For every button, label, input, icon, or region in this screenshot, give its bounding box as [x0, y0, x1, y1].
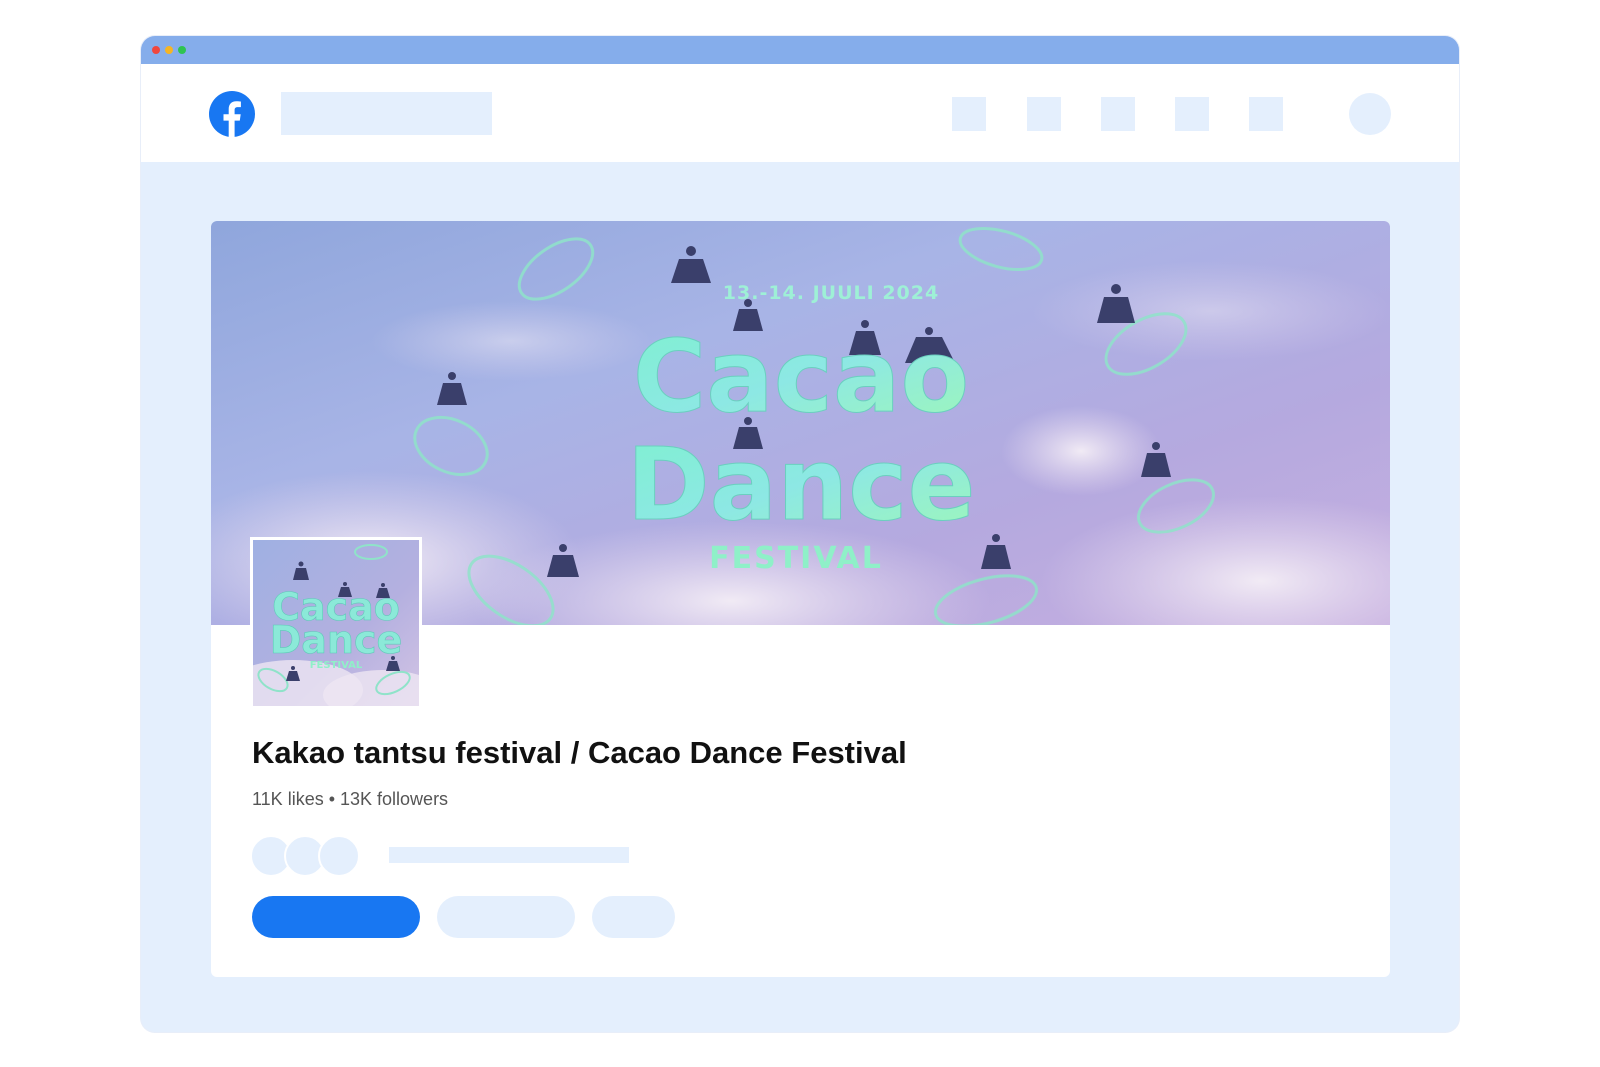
profile-title-line2: Dance [270, 618, 403, 662]
message-button[interactable] [437, 896, 575, 938]
minimize-window-button[interactable] [165, 46, 173, 54]
search-bar-placeholder[interactable] [281, 92, 492, 135]
nav-icon-marketplace[interactable] [1175, 97, 1209, 131]
close-window-button[interactable] [152, 46, 160, 54]
page-title: Kakao tantsu festival / Cacao Dance Fest… [252, 735, 907, 770]
page-profile-card: 13.-14. JUULI 2024 Cacao Dance FESTIVAL [211, 221, 1390, 977]
more-options-button[interactable] [592, 896, 675, 938]
like-page-button[interactable] [252, 896, 420, 938]
window-title-bar [141, 36, 1459, 64]
nav-icon-groups[interactable] [1249, 97, 1283, 131]
cover-date-text: 13.-14. JUULI 2024 [723, 282, 939, 304]
cover-title-line1: Cacao [633, 318, 969, 435]
nav-icon-friends[interactable] [1027, 97, 1061, 131]
cover-title-line3: FESTIVAL [709, 541, 883, 576]
maximize-window-button[interactable] [178, 46, 186, 54]
facebook-logo-icon[interactable] [209, 91, 255, 137]
browser-window: 13.-14. JUULI 2024 Cacao Dance FESTIVAL [141, 36, 1459, 1032]
nav-icon-watch[interactable] [1101, 97, 1135, 131]
friend-avatar[interactable] [318, 835, 360, 877]
account-avatar[interactable] [1349, 93, 1391, 135]
nav-icon-home[interactable] [952, 97, 986, 131]
profile-title-line3: FESTIVAL [310, 660, 363, 671]
friends-like-text-placeholder [389, 847, 629, 863]
top-navigation-bar [141, 64, 1459, 162]
cover-title-line2: Dance [627, 426, 976, 543]
page-stats: 11K likes • 13K followers [252, 789, 449, 809]
profile-picture[interactable]: Cacao Dance FESTIVAL [250, 537, 422, 709]
